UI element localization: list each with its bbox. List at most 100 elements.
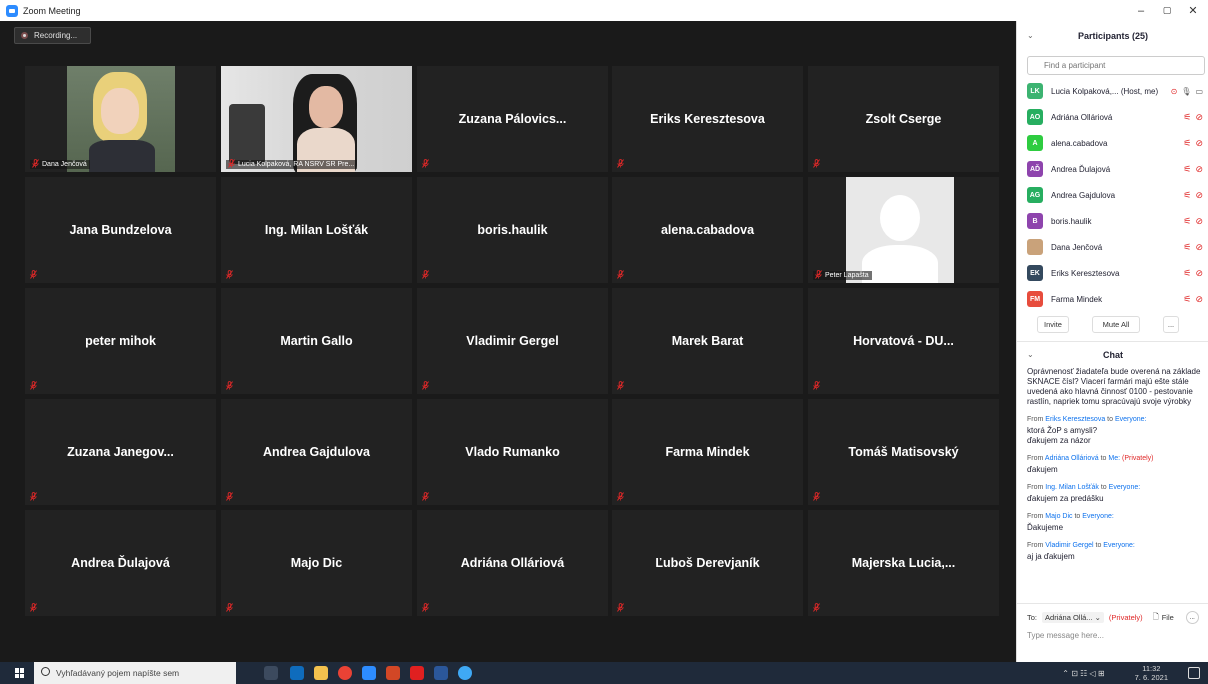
recipient-name: Me: bbox=[1108, 455, 1121, 462]
mic-icon[interactable]: 🎙 bbox=[1181, 87, 1191, 96]
participant-row[interactable]: AO Adriána Olláriová ⚟ ⊘ bbox=[1027, 105, 1205, 129]
chat-text: ďakujem bbox=[1027, 465, 1058, 474]
chevron-down-icon[interactable]: ⌄ bbox=[1027, 340, 1034, 370]
avatar: AĎ bbox=[1027, 161, 1043, 177]
sender-name[interactable]: Ing. Milan Lošťák bbox=[1045, 484, 1099, 491]
muted-mic-icon[interactable]: ⚟ bbox=[1183, 190, 1191, 201]
video-off-icon[interactable]: ⊘ bbox=[1195, 112, 1203, 123]
mute-all-button[interactable]: Mute All bbox=[1092, 316, 1140, 333]
private-label: (Privately) bbox=[1108, 613, 1143, 622]
video-tile[interactable]: Tomáš Matisovský bbox=[808, 399, 999, 505]
task-view-icon[interactable] bbox=[264, 666, 278, 680]
file-icon[interactable]: 🗋 bbox=[1153, 611, 1159, 624]
video-tile[interactable]: Andrea Gajdulova bbox=[221, 399, 412, 505]
chat-text: Oprávnenosť žiadateľa bude overená na zá… bbox=[1027, 367, 1201, 406]
acrobat-icon[interactable] bbox=[410, 666, 424, 680]
video-off-icon[interactable]: ⊘ bbox=[1195, 294, 1203, 305]
video-tile[interactable]: Lucia Kolpaková, RA NSRV SR Pre... bbox=[221, 66, 412, 172]
video-icon[interactable]: ▭ bbox=[1195, 87, 1203, 96]
video-tile[interactable]: Marek Barat bbox=[612, 288, 803, 394]
chat-text: Ďakujeme bbox=[1027, 523, 1064, 532]
invite-button[interactable]: Invite bbox=[1037, 316, 1069, 333]
chat-message: Oprávnenosť žiadateľa bude overená na zá… bbox=[1027, 367, 1205, 407]
video-tile[interactable]: boris.haulik bbox=[417, 177, 608, 283]
share-icon[interactable]: ⊙ bbox=[1171, 87, 1178, 96]
participant-row[interactable]: Dana Jenčová ⚟ ⊘ bbox=[1027, 235, 1205, 259]
participant-row[interactable]: LK Lucia Kolpaková,... (Host, me) ⊙ 🎙 ▭ bbox=[1027, 79, 1205, 103]
chat-messages: Oprávnenosť žiadateľa bude overená na zá… bbox=[1027, 367, 1205, 570]
muted-mic-icon[interactable]: ⚟ bbox=[1183, 268, 1191, 279]
chat-more-button[interactable]: ... bbox=[1185, 611, 1199, 624]
file-button[interactable]: File bbox=[1162, 613, 1174, 622]
sender-name[interactable]: Vladimir Gergel bbox=[1045, 542, 1093, 549]
participant-row[interactable]: AĎ Andrea Ďulajová ⚟ ⊘ bbox=[1027, 157, 1205, 181]
video-tile[interactable]: Majo Dic bbox=[221, 510, 412, 616]
participant-row[interactable]: EK Eriks Keresztesova ⚟ ⊘ bbox=[1027, 261, 1205, 285]
sender-name[interactable]: Eriks Keresztesova bbox=[1045, 416, 1105, 423]
zoom-taskbar-icon[interactable] bbox=[362, 666, 376, 680]
windows-start-icon[interactable] bbox=[15, 668, 25, 678]
chat-text: aj ja ďakujem bbox=[1027, 552, 1075, 561]
recording-indicator[interactable]: Recording... bbox=[14, 27, 91, 44]
chat-message-input[interactable]: Type message here... bbox=[1027, 631, 1104, 640]
participant-photo bbox=[67, 66, 175, 172]
sender-name[interactable]: Adriána Olláriová bbox=[1045, 455, 1099, 462]
chat-sender-line: From Adriána Olláriová to Me: (Privately… bbox=[1027, 454, 1205, 464]
notifications-icon[interactable] bbox=[1188, 667, 1200, 679]
muted-mic-icon[interactable]: ⚟ bbox=[1183, 216, 1191, 227]
video-off-icon[interactable]: ⊘ bbox=[1195, 138, 1203, 149]
muted-mic-icon[interactable]: ⚟ bbox=[1183, 294, 1191, 305]
participant-row[interactable]: Bboris.haulik ⚟ ⊘ bbox=[1027, 209, 1205, 233]
participant-row[interactable]: Aalena.cabadova ⚟ ⊘ bbox=[1027, 131, 1205, 155]
video-tile[interactable]: Eriks Keresztesova bbox=[612, 66, 803, 172]
powerpoint-icon[interactable] bbox=[386, 666, 400, 680]
video-tile[interactable]: Horvatová - DU... bbox=[808, 288, 999, 394]
video-tile[interactable]: Farma Mindek bbox=[612, 399, 803, 505]
avatar: AG bbox=[1027, 187, 1043, 203]
video-tile[interactable]: Peter Lapašta bbox=[808, 177, 999, 283]
close-button[interactable]: ✕ bbox=[1178, 0, 1208, 21]
video-tile[interactable]: Vlado Rumanko bbox=[417, 399, 608, 505]
muted-mic-icon[interactable]: ⚟ bbox=[1183, 112, 1191, 123]
muted-mic-icon[interactable]: ⚟ bbox=[1183, 242, 1191, 253]
video-tile[interactable]: Zsolt Cserge bbox=[808, 66, 999, 172]
video-tile[interactable]: Majerska Lucia,... bbox=[808, 510, 999, 616]
tray-icons[interactable]: ⌃ ⊡ ☷ ◁ ⊞ bbox=[1062, 669, 1104, 678]
outlook-icon[interactable] bbox=[290, 666, 304, 680]
video-tile[interactable]: Vladimir Gergel bbox=[417, 288, 608, 394]
video-off-icon[interactable]: ⊘ bbox=[1195, 268, 1203, 279]
video-tile[interactable]: Martin Gallo bbox=[221, 288, 412, 394]
recipient-select[interactable]: Adriána Ollá... ⌄ bbox=[1042, 612, 1104, 623]
video-tile[interactable]: Dana Jenčová bbox=[25, 66, 216, 172]
participant-video bbox=[221, 66, 412, 172]
video-off-icon[interactable]: ⊘ bbox=[1195, 190, 1203, 201]
participant-list-name: Adriána Olláriová bbox=[1051, 112, 1113, 122]
video-tile[interactable]: Zuzana Pálovics... bbox=[417, 66, 608, 172]
avatar bbox=[1027, 239, 1043, 255]
chrome-icon[interactable] bbox=[338, 666, 352, 680]
video-tile[interactable]: Andrea Ďulajová bbox=[25, 510, 216, 616]
participant-row[interactable]: AG Andrea Gajdulova ⚟ ⊘ bbox=[1027, 183, 1205, 207]
video-tile[interactable]: Jana Bundzelova bbox=[25, 177, 216, 283]
video-tile[interactable]: alena.cabadova bbox=[612, 177, 803, 283]
video-tile[interactable]: peter mihok bbox=[25, 288, 216, 394]
chevron-down-icon[interactable]: ⌄ bbox=[1027, 21, 1034, 51]
muted-mic-icon[interactable]: ⚟ bbox=[1183, 138, 1191, 149]
video-tile[interactable]: Ľuboš Derevjaník bbox=[612, 510, 803, 616]
participant-name: Majerska Lucia,... bbox=[851, 556, 956, 570]
video-tile[interactable]: Zuzana Janegov... bbox=[25, 399, 216, 505]
video-off-icon[interactable]: ⊘ bbox=[1195, 216, 1203, 227]
taskbar-search[interactable]: Vyhľadávaný pojem napíšte sem bbox=[34, 662, 236, 684]
participant-search-input[interactable] bbox=[1027, 56, 1205, 75]
video-tile[interactable]: Ing. Milan Lošťák bbox=[221, 177, 412, 283]
paint-icon[interactable] bbox=[458, 666, 472, 680]
sender-name[interactable]: Majo Dic bbox=[1045, 513, 1072, 520]
video-off-icon[interactable]: ⊘ bbox=[1195, 164, 1203, 175]
video-off-icon[interactable]: ⊘ bbox=[1195, 242, 1203, 253]
participant-row[interactable]: FM Farma Mindek ⚟ ⊘ bbox=[1027, 287, 1205, 311]
word-icon[interactable] bbox=[434, 666, 448, 680]
more-options-button[interactable]: ... bbox=[1163, 316, 1179, 333]
muted-mic-icon[interactable]: ⚟ bbox=[1183, 164, 1191, 175]
file-explorer-icon[interactable] bbox=[314, 666, 328, 680]
video-tile[interactable]: Adriána Olláriová bbox=[417, 510, 608, 616]
